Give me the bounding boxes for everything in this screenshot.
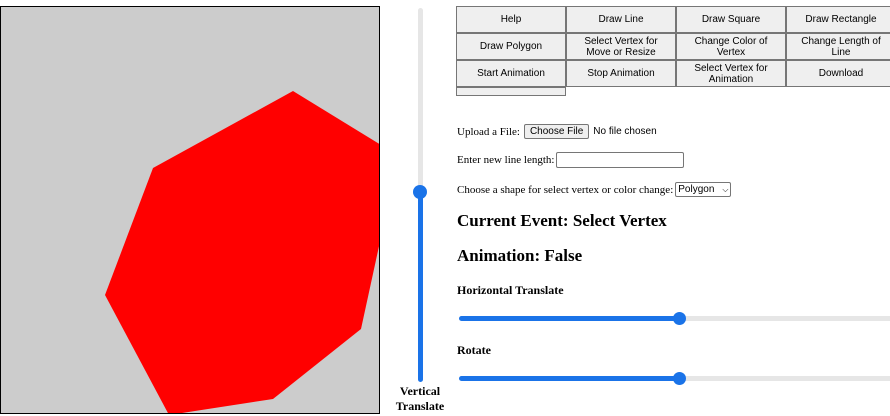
vertical-slider-fill: [418, 190, 423, 382]
shape-select-value: Polygon: [678, 184, 715, 195]
shape-select[interactable]: Polygon ⌵: [675, 182, 732, 197]
line-length-label: Enter new line length:: [457, 154, 555, 166]
select-vertex-move-resize-button[interactable]: Select Vertex for Move or Resize: [566, 33, 676, 60]
horizontal-slider-track: [679, 316, 890, 321]
start-animation-button[interactable]: Start Animation: [456, 60, 566, 87]
shape-select-row: Choose a shape for select vertex or colo…: [457, 182, 732, 197]
draw-rectangle-button[interactable]: Draw Rectangle: [786, 6, 890, 33]
toolbar-buttons: Help Draw Line Draw Square Draw Rectangl…: [456, 6, 890, 87]
change-color-vertex-button[interactable]: Change Color of Vertex: [676, 33, 786, 60]
draw-polygon-button[interactable]: Draw Polygon: [456, 33, 566, 60]
draw-line-button[interactable]: Draw Line: [566, 6, 676, 33]
rotate-label: Rotate: [457, 343, 491, 357]
horizontal-slider-fill: [459, 316, 679, 321]
empty-button[interactable]: [456, 87, 566, 96]
rotate-slider-thumb[interactable]: [673, 372, 686, 385]
current-event-heading: Current Event: Select Vertex: [457, 211, 667, 230]
horizontal-slider-thumb[interactable]: [673, 312, 686, 325]
canvas-svg: [105, 91, 380, 414]
vertical-slider-thumb[interactable]: [413, 185, 427, 199]
rotate-slider[interactable]: [459, 371, 890, 385]
select-vertex-animation-button[interactable]: Select Vertex for Animation: [676, 60, 786, 87]
vertical-translate-label: Vertical Translate: [388, 384, 452, 414]
vertical-slider-track: [418, 8, 423, 190]
rotate-slider-track: [679, 376, 890, 381]
drawing-canvas[interactable]: [0, 6, 380, 414]
chevron-down-icon: ⌵: [722, 184, 729, 194]
horizontal-translate-slider[interactable]: [459, 311, 890, 325]
horizontal-translate-label: Horizontal Translate: [457, 283, 564, 297]
draw-square-button[interactable]: Draw Square: [676, 6, 786, 33]
help-button[interactable]: Help: [456, 6, 566, 33]
stop-animation-button[interactable]: Stop Animation: [566, 60, 676, 87]
choose-file-button[interactable]: Choose File: [523, 124, 590, 139]
change-length-line-button[interactable]: Change Length of Line: [786, 33, 890, 60]
polygon-shape[interactable]: [105, 91, 380, 414]
vertical-label-line1: Vertical: [399, 384, 441, 398]
line-length-row: Enter new line length:: [457, 152, 685, 168]
file-status: No file chosen: [593, 126, 657, 137]
vertical-translate-slider[interactable]: [410, 8, 430, 404]
animation-status-heading: Animation: False: [457, 246, 583, 265]
download-button[interactable]: Download: [786, 60, 890, 87]
upload-label: Upload a File:: [457, 125, 520, 138]
upload-row: Upload a File: Choose File No file chose…: [457, 124, 657, 139]
vertical-label-line2: Translate: [395, 399, 445, 413]
line-length-input[interactable]: [556, 152, 685, 168]
shape-select-label: Choose a shape for select vertex or colo…: [457, 183, 674, 196]
rotate-slider-fill: [459, 376, 679, 381]
